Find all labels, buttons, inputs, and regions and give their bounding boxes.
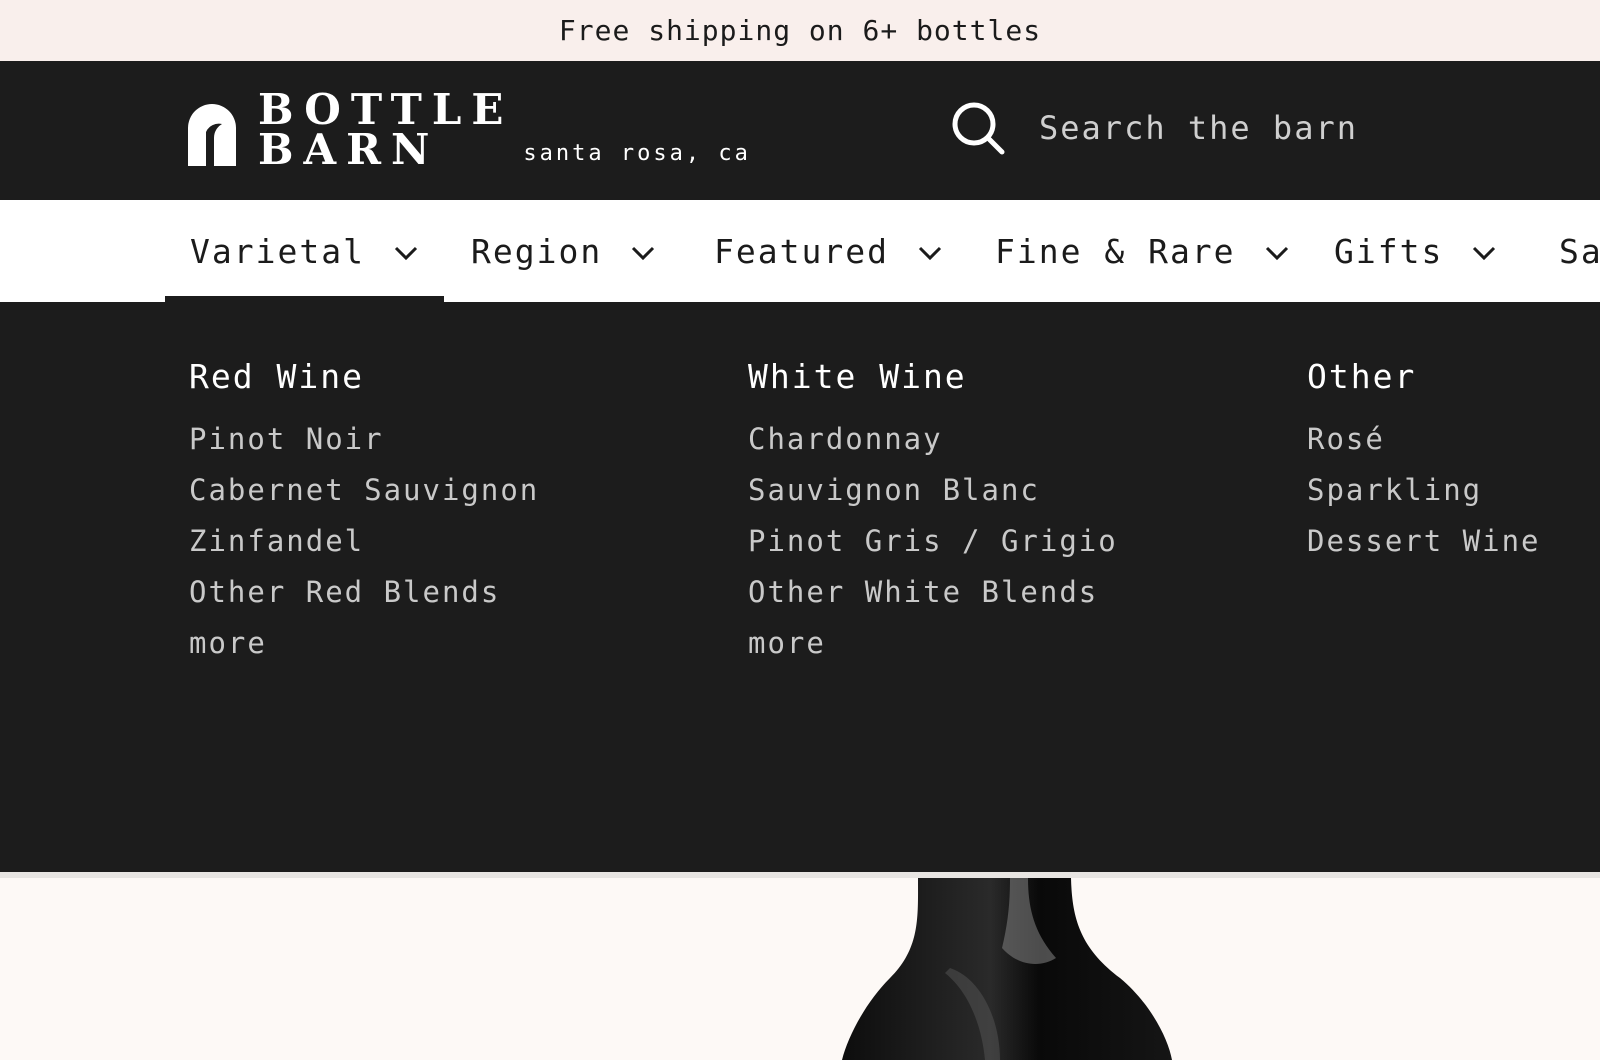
nav-item-sale[interactable]: Sale [1559, 200, 1600, 302]
menu-link-more[interactable]: more [189, 618, 539, 669]
chevron-down-icon [1265, 246, 1288, 261]
chevron-down-icon [918, 246, 942, 261]
search-icon[interactable] [951, 101, 1005, 155]
menu-column-red-wine: Red Wine Pinot Noir Cabernet Sauvignon Z… [189, 357, 539, 669]
announcement-text: Free shipping on 6+ bottles [558, 14, 1042, 47]
menu-link[interactable]: Other Red Blends [189, 567, 539, 618]
nav-item-gifts[interactable]: Gifts [1334, 200, 1497, 302]
menu-link[interactable]: Other White Blends [748, 567, 1118, 618]
menu-link[interactable]: Pinot Gris / Grigio [748, 516, 1118, 567]
barn-logo-icon [188, 104, 236, 166]
menu-link[interactable]: Pinot Noir [189, 414, 539, 465]
menu-column-other: Other Rosé Sparkling Dessert Wine [1307, 357, 1541, 567]
column-heading[interactable]: White Wine [748, 357, 1118, 396]
brand-location: santa rosa, ca [523, 141, 751, 166]
nav-item-label: Region [471, 231, 603, 271]
column-heading[interactable]: Other [1307, 357, 1541, 396]
menu-column-white-wine: White Wine Chardonnay Sauvignon Blanc Pi… [748, 357, 1118, 669]
chevron-down-icon [394, 246, 418, 261]
chevron-down-icon [632, 246, 655, 261]
hero-section [0, 878, 1600, 1060]
menu-link[interactable]: Dessert Wine [1307, 516, 1541, 567]
brand-name: BOTTLE BARN [258, 85, 514, 174]
nav-item-varietal[interactable]: Varietal [165, 200, 444, 302]
nav-item-region[interactable]: Region [471, 200, 656, 302]
search-bar[interactable] [951, 101, 1501, 155]
nav-item-label: Sale [1559, 231, 1600, 271]
brand-logo[interactable]: BOTTLE BARN santa rosa, ca [188, 89, 751, 171]
nav-item-label: Fine & Rare [995, 231, 1236, 271]
main-nav: Varietal Region Featured Fine & Rare Gif… [0, 200, 1600, 302]
menu-link-more[interactable]: more [748, 618, 1118, 669]
wine-bottle-image [842, 878, 1172, 1060]
site-header: BOTTLE BARN santa rosa, ca [0, 61, 1600, 200]
menu-link[interactable]: Sparkling [1307, 465, 1541, 516]
nav-item-label: Gifts [1334, 231, 1444, 271]
column-heading[interactable]: Red Wine [189, 357, 539, 396]
brand-line-2: BARN [258, 125, 440, 174]
nav-item-label: Featured [714, 231, 889, 271]
menu-link[interactable]: Cabernet Sauvignon [189, 465, 539, 516]
menu-link[interactable]: Rosé [1307, 414, 1541, 465]
brand-line-1: BOTTLE [258, 85, 514, 134]
nav-item-label: Varietal [190, 231, 365, 271]
menu-link[interactable]: Chardonnay [748, 414, 1118, 465]
search-input[interactable] [1037, 108, 1501, 148]
menu-link[interactable]: Zinfandel [189, 516, 539, 567]
chevron-down-icon [1473, 246, 1496, 261]
menu-link[interactable]: Sauvignon Blanc [748, 465, 1118, 516]
nav-item-fine-rare[interactable]: Fine & Rare [995, 200, 1290, 302]
nav-item-featured[interactable]: Featured [714, 200, 943, 302]
varietal-mega-menu: Red Wine Pinot Noir Cabernet Sauvignon Z… [0, 302, 1600, 878]
announcement-bar: Free shipping on 6+ bottles [0, 0, 1600, 61]
